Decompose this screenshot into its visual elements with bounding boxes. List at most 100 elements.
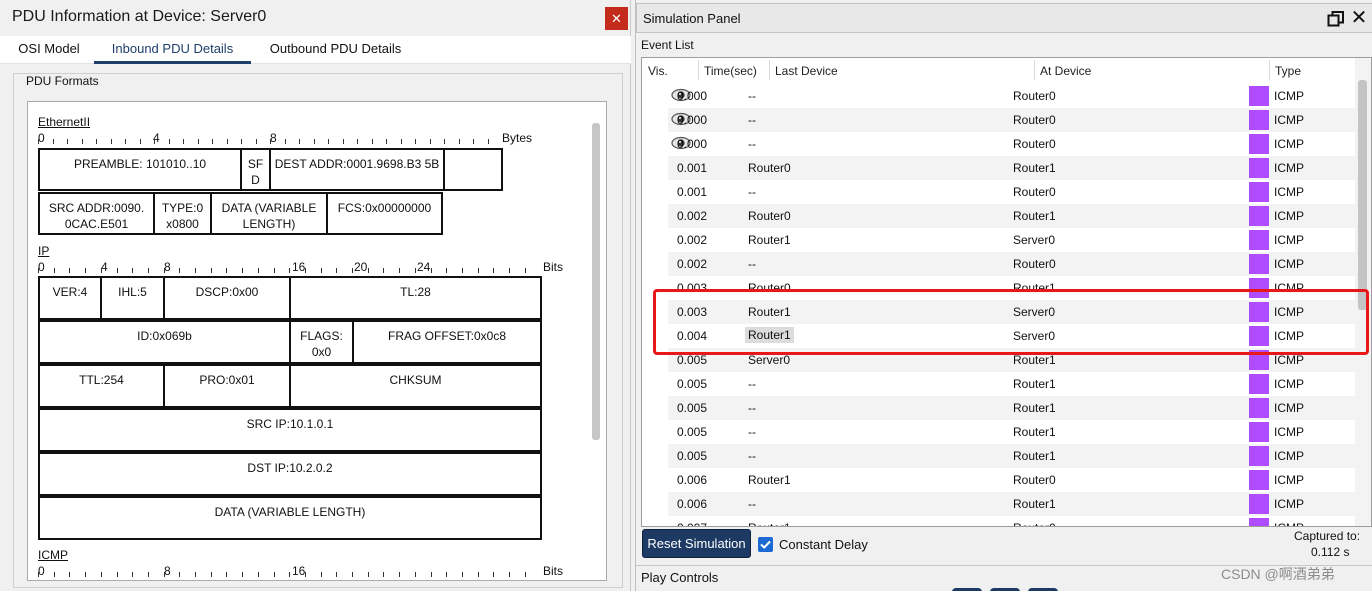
ruler-tick [242,268,244,273]
event-row[interactable]: 0.002 -- Router0 ICMP [668,252,1355,276]
ruler-tick [328,139,329,144]
event-row[interactable]: 0.005 -- Router1 ICMP [668,396,1355,420]
ruler-tick [38,268,39,273]
column-header-vis[interactable]: Vis. [648,64,668,78]
event-last-device: -- [748,401,756,415]
column-separator [1034,60,1035,80]
event-time: 0.002 [677,209,708,223]
event-type: ICMP [1274,257,1304,271]
event-list-scrollbar[interactable] [1355,58,1371,526]
event-at-device: Router0 [1013,137,1056,151]
event-type: ICMP [1274,209,1304,223]
event-time: 0.003 [677,281,708,295]
event-row[interactable]: 0.002 Router1 Server0 ICMP [668,228,1355,252]
restore-window-icon[interactable] [1327,10,1345,28]
event-time: 0.005 [677,449,708,463]
event-time: 0.001 [677,185,708,199]
tab-inbound-pdu-details[interactable]: Inbound PDU Details [94,36,251,64]
tab-osi-model[interactable]: OSI Model [8,36,90,64]
ruler-tick [270,139,271,144]
ruler-tick [289,268,291,273]
pdu-format-canvas: EthernetII 0 4 8 Bytes PREAMBLE: 101010.… [27,101,607,581]
ruler-tick [400,139,402,144]
tab-outbound-pdu-details[interactable]: Outbound PDU Details [253,36,418,64]
ruler-tick [81,139,83,144]
ruler-tick [241,139,242,144]
ip-ihl-field: IHL:5 [100,276,165,320]
ip-frag-offset-field: FRAG OFFSET:0x0c8 [352,320,542,364]
ruler-tick [430,572,432,577]
ruler-tick [357,139,358,144]
event-row[interactable]: 0.006 -- Router1 ICMP [668,492,1355,516]
ip-dscp-field: DSCP:0x00 [163,276,291,320]
ruler-tick [342,139,344,144]
event-row[interactable]: 0.005 -- Router1 ICMP [668,444,1355,468]
event-row[interactable]: 0.007 Router1 Router0 ICMP [668,516,1355,526]
event-row[interactable]: 0.004 Router1 Server0 ICMP [668,324,1355,348]
constant-delay-checkbox[interactable] [758,537,773,552]
event-last-device: Router1 [748,305,791,319]
column-header-last-device[interactable]: Last Device [775,64,838,78]
ip-chksum-field: CHKSUM [289,364,542,408]
event-type-color-swatch [1249,470,1269,490]
event-row[interactable]: 0.000 -- Router0 ICMP [668,108,1355,132]
ruler-tick [132,572,134,577]
event-row[interactable]: 0.002 Router0 Router1 ICMP [668,204,1355,228]
ruler-tick [336,268,338,273]
ruler-tick [477,268,479,273]
event-row[interactable]: 0.001 Router0 Router1 ICMP [668,156,1355,180]
ruler-tick [67,139,68,144]
event-row[interactable]: 0.000 -- Router0 ICMP [668,132,1355,156]
event-type-color-swatch [1249,86,1269,106]
ruler-tick [461,572,463,577]
event-row[interactable]: 0.000 -- Router0 ICMP [668,84,1355,108]
pdu-scrollbar-thumb[interactable] [592,123,600,440]
event-row[interactable]: 0.001 -- Router0 ICMP [668,180,1355,204]
event-type-color-swatch [1249,302,1269,322]
ruler-tick [38,139,39,144]
ruler-tick [210,572,212,577]
event-row[interactable]: 0.003 Router0 Router1 ICMP [668,276,1355,300]
ruler-tick [524,572,526,577]
checkmark-icon [760,540,771,549]
event-list-scroll-thumb[interactable] [1358,80,1367,310]
reset-simulation-button[interactable]: Reset Simulation [642,529,751,558]
ruler-tick [96,139,97,144]
event-list-table: Vis. Time(sec) Last Device At Device Typ… [641,57,1372,527]
ruler-tick [139,139,141,144]
event-row[interactable]: 0.005 -- Router1 ICMP [668,420,1355,444]
ruler-number: 16 [292,260,306,274]
event-type-color-swatch [1249,182,1269,202]
ruler-tick [414,572,416,577]
pdu-close-button[interactable]: ✕ [605,7,628,30]
ruler-tick [132,268,134,273]
event-row[interactable]: 0.006 Router1 Router0 ICMP [668,468,1355,492]
ruler-tick [210,268,212,273]
event-type: ICMP [1274,233,1304,247]
event-time: 0.002 [677,233,708,247]
ruler-tick [320,268,322,273]
event-last-device: -- [748,113,756,127]
ruler-tick [320,572,322,577]
ruler-tick [163,268,165,273]
column-header-at-device[interactable]: At Device [1040,64,1091,78]
ruler-tick [430,268,432,273]
event-row[interactable]: 0.005 -- Router1 ICMP [668,372,1355,396]
ruler-tick [299,139,300,144]
event-time: 0.000 [677,89,708,103]
ruler-unit: Bits [543,260,564,274]
ruler-tick [100,268,102,273]
eth-fcs-field: FCS:0x00000000 [326,192,443,235]
ruler-tick [179,572,181,577]
column-header-type[interactable]: Type [1275,64,1301,78]
event-row[interactable]: 0.003 Router1 Server0 ICMP [668,300,1355,324]
sim-close-button[interactable]: ✕ [1349,8,1369,28]
ruler-tick [289,572,291,577]
column-header-time[interactable]: Time(sec) [704,64,757,78]
event-type: ICMP [1274,497,1304,511]
event-last-device: Server0 [748,353,791,367]
ruler-number: 16 [292,564,306,578]
ruler-tick [85,572,87,577]
event-row[interactable]: 0.005 Server0 Router1 ICMP [668,348,1355,372]
column-separator [698,60,699,80]
